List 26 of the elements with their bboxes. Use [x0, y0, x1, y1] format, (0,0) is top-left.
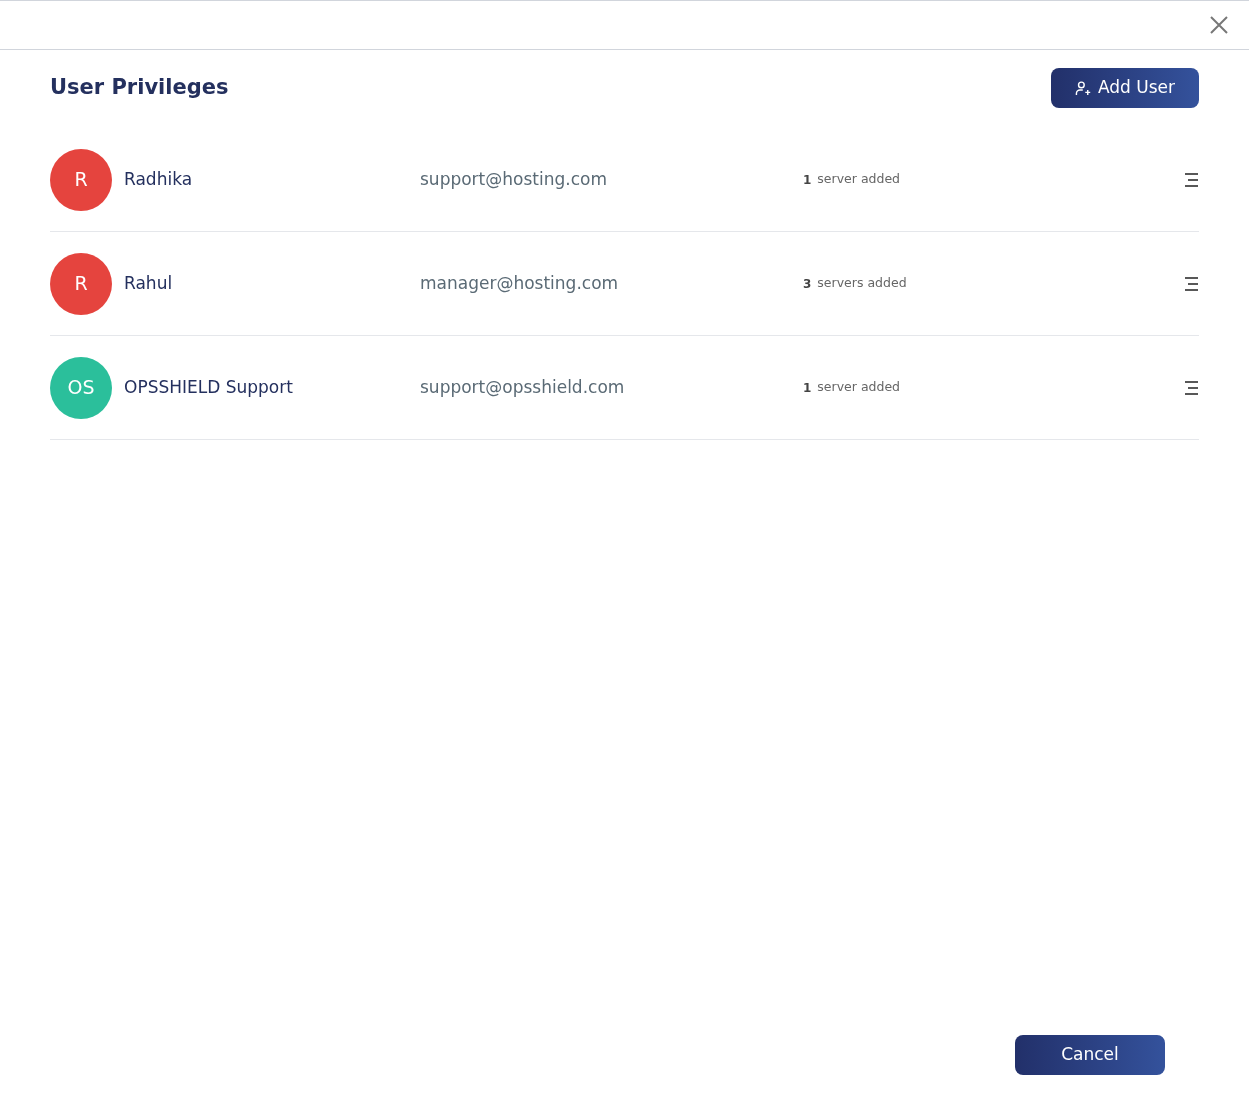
avatar: R	[50, 148, 112, 211]
avatar: R	[50, 252, 112, 315]
menu-icon	[1184, 380, 1199, 395]
user-email: support@hosting.com	[420, 167, 608, 191]
close-icon	[1209, 15, 1229, 35]
server-count-label: servers added	[817, 274, 907, 293]
menu-button[interactable]	[1184, 380, 1199, 395]
server-count-label: server added	[817, 378, 901, 397]
server-count: 3	[803, 275, 812, 293]
server-count-label: server added	[817, 170, 901, 189]
user-plus-icon	[1074, 79, 1092, 97]
user-name: OPSSHIELD Support	[124, 375, 294, 399]
dialog-title: User Privileges	[50, 74, 229, 102]
server-count: 1	[803, 171, 812, 189]
avatar: OS	[50, 356, 112, 419]
menu-button[interactable]	[1184, 172, 1199, 187]
server-count: 1	[803, 379, 812, 397]
cancel-button[interactable]: Cancel	[1015, 1035, 1165, 1075]
user-email: manager@hosting.com	[420, 271, 620, 295]
add-user-button[interactable]: Add User	[1050, 68, 1199, 108]
user-email: support@opsshield.com	[420, 375, 626, 399]
user-name: Radhika	[124, 167, 194, 191]
menu-button[interactable]	[1184, 276, 1199, 291]
user-name: Rahul	[124, 271, 174, 295]
menu-icon	[1184, 172, 1199, 187]
menu-icon	[1184, 276, 1199, 291]
